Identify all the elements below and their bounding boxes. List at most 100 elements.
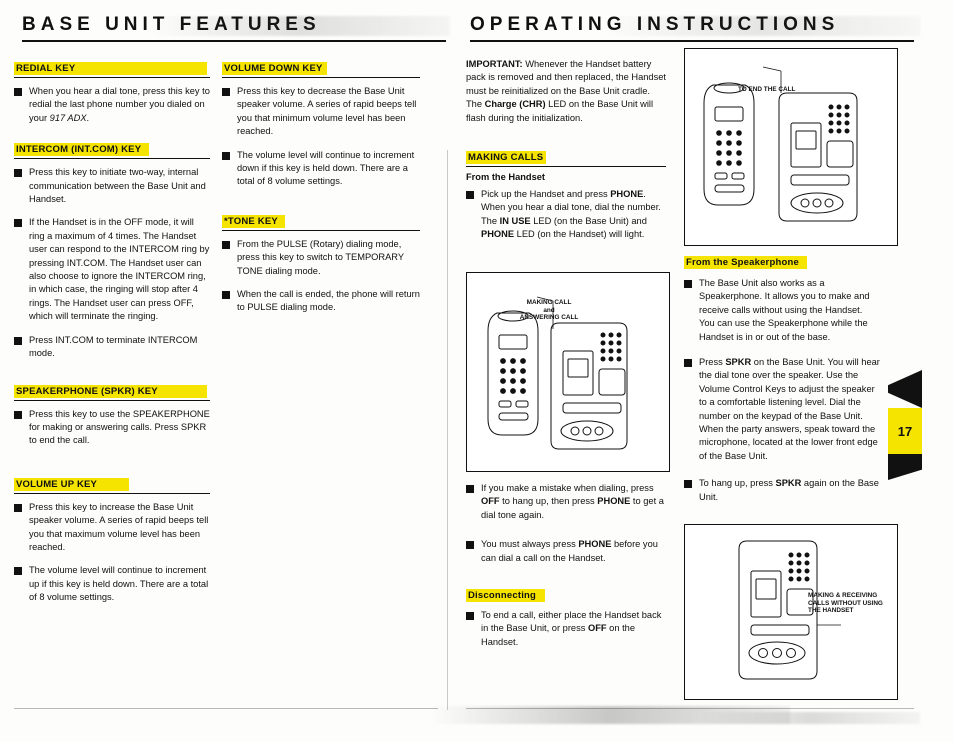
bullet-item: Press this key to decrease the Base Unit…: [222, 85, 420, 139]
speakerphone-section: From the Speakerphone The Base Unit also…: [684, 252, 880, 504]
bullet-text: If the Handset is in the OFF mode, it wi…: [29, 217, 210, 322]
bullet-text: To hang up, press SPKR again on the Base…: [699, 478, 879, 502]
bullet-text: If you make a mistake when dialing, pres…: [481, 483, 664, 520]
section-title-making-calls: MAKING CALLS: [466, 151, 547, 165]
section-title-from-speakerphone: From the Speakerphone: [684, 256, 807, 269]
bullet-text: Pick up the Handset and press PHONE. Whe…: [481, 189, 661, 240]
bullet-text: When you hear a dial tone, press this ke…: [29, 86, 210, 123]
section-title-volume-up: VOLUME UP KEY: [14, 477, 129, 491]
left-column-1: REDIAL KEY When you hear a dial tone, pr…: [14, 58, 210, 615]
bullet-text: Press SPKR on the Base Unit. You will he…: [699, 357, 880, 461]
bullet-item: The Base Unit also works as a Speakerpho…: [684, 277, 880, 344]
bullet-square-icon: [222, 240, 230, 249]
illustration-caption-speakerphone: MAKING & RECEIVING CALLS WITHOUT USING THE…: [808, 592, 883, 615]
section-volume-up-key: VOLUME UP KEY Press this key to increase…: [14, 474, 210, 605]
section-rule-intercom: [14, 158, 210, 160]
scan-smear-bottom-2: [700, 712, 920, 724]
scan-smear-top-left: [150, 16, 450, 36]
section-rule-speakerphone: [14, 399, 210, 401]
bullet-square-icon: [14, 503, 22, 512]
bullet-text: Press this key to increase the Base Unit…: [29, 501, 209, 552]
bullet-item: The volume level will continue to increm…: [14, 564, 210, 604]
section-title-speakerphone: SPEAKERPHONE (SPKR) KEY: [14, 384, 207, 398]
bullet-text: From the PULSE (Rotary) dialing mode, pr…: [237, 238, 404, 276]
illustration-caption-making-call: MAKING CALL and ANSWERING CALL: [519, 299, 579, 322]
bullet-text: The Base Unit also works as a Speakerpho…: [699, 278, 870, 342]
bullet-square-icon: [222, 151, 230, 160]
bullet-item: From the PULSE (Rotary) dialing mode, pr…: [222, 238, 420, 278]
important-label: IMPORTANT:: [466, 59, 523, 69]
section-tone-key: *TONE KEY From the PULSE (Rotary) dialin…: [222, 211, 420, 315]
bullet-item: You must always press PHONE before you c…: [466, 538, 666, 565]
section-title-volume-down: VOLUME DOWN KEY: [222, 62, 327, 75]
making-calls-section: MAKING CALLS From the Handset Pick up th…: [466, 147, 666, 242]
bullet-item: Press INT.COM to terminate INTERCOM mode…: [14, 334, 210, 361]
bullet-text: Press INT.COM to terminate INTERCOM mode…: [29, 334, 198, 359]
left-header-rule: [22, 40, 446, 42]
bullet-item: Press this key to initiate two-way, inte…: [14, 166, 210, 206]
bullet-square-icon: [14, 88, 22, 96]
bullet-item: When you hear a dial tone, press this ke…: [14, 85, 210, 125]
section-rule-making-calls: [466, 166, 666, 168]
disconnecting-section: Disconnecting To end a call, either plac…: [466, 585, 666, 649]
page-edge-black-band: [888, 370, 922, 408]
bullet-text: To end a call, either place the Handset …: [481, 610, 662, 647]
section-volume-down-key: VOLUME DOWN KEY Press this key to decrea…: [222, 58, 420, 189]
illustration-end-the-call: [684, 48, 898, 246]
section-rule-redial: [14, 77, 210, 78]
bullet-text: When the call is ended, the phone will r…: [237, 289, 420, 313]
bullet-square-icon: [466, 541, 474, 550]
bullet-square-icon: [14, 567, 22, 576]
right-column-1: IMPORTANT: Whenever the Handset battery …: [466, 58, 666, 252]
page-edge-black-band-lower: [888, 454, 922, 480]
right-column-2: From the Speakerphone The Base Unit also…: [684, 252, 880, 514]
bullet-square-icon: [684, 280, 692, 288]
section-redial-key: REDIAL KEY When you hear a dial tone, pr…: [14, 58, 210, 125]
bullet-text: The volume level will continue to increm…: [237, 149, 415, 187]
bullet-text: The volume level will continue to increm…: [29, 565, 209, 603]
bullet-square-icon: [466, 485, 474, 493]
bullet-square-icon: [466, 191, 474, 200]
bullet-square-icon: [222, 88, 230, 96]
section-intercom-key: INTERCOM (INT.COM) KEY Press this key to…: [14, 139, 210, 360]
bullet-square-icon: [14, 336, 22, 345]
bullet-square-icon: [14, 219, 22, 228]
left-column-2: VOLUME DOWN KEY Press this key to decrea…: [222, 58, 420, 325]
bullet-square-icon: [222, 291, 230, 300]
bullet-square-icon: [684, 480, 692, 489]
bullet-item: If you make a mistake when dialing, pres…: [466, 482, 666, 522]
bullet-item: Press this key to use the SPEAKERPHONE f…: [14, 408, 210, 448]
bullet-square-icon: [684, 359, 692, 368]
bullet-text: Press this key to initiate two-way, inte…: [29, 167, 206, 205]
manual-page: BASE UNIT FEATURES OPERATING INSTRUCTION…: [0, 0, 954, 741]
illustration-caption-end-call: TO END THE CALL: [738, 86, 796, 93]
bullet-item: To hang up, press SPKR again on the Base…: [684, 477, 880, 504]
bullet-item: If the Handset is in the OFF mode, it wi…: [14, 216, 210, 323]
section-title-redial: REDIAL KEY: [14, 62, 207, 75]
bullet-item: Press SPKR on the Base Unit. You will he…: [684, 356, 880, 463]
bullet-item: Pick up the Handset and press PHONE. Whe…: [466, 188, 666, 242]
bullet-text: Press this key to use the SPEAKERPHONE f…: [29, 408, 210, 446]
end-call-diagram: [703, 66, 858, 222]
bullet-text: Press this key to decrease the Base Unit…: [237, 86, 417, 137]
scan-smear-top-right: [600, 16, 920, 36]
bullet-square-icon: [466, 612, 474, 621]
section-title-disconnecting: Disconnecting: [466, 589, 545, 603]
section-speakerphone-key: SPEAKERPHONE (SPKR) KEY Press this key t…: [14, 381, 210, 448]
page-bottom-rule: [14, 708, 438, 709]
bullet-square-icon: [14, 410, 22, 419]
bullet-square-icon: [14, 169, 22, 178]
bullet-item: When the call is ended, the phone will r…: [222, 288, 420, 315]
section-rule-tone: [222, 229, 420, 231]
right-header-rule: [470, 40, 914, 42]
sub-title-from-handset: From the Handset: [466, 172, 546, 183]
page-number: 17: [897, 423, 913, 439]
section-title-intercom: INTERCOM (INT.COM) KEY: [14, 143, 149, 157]
important-note: IMPORTANT: Whenever the Handset battery …: [466, 58, 666, 125]
section-rule-volume-down: [222, 77, 420, 78]
bullet-text: You must always press PHONE before you c…: [481, 539, 658, 563]
right-column-1-continued: If you make a mistake when dialing, pres…: [466, 482, 666, 659]
section-title-tone: *TONE KEY: [222, 214, 285, 228]
section-rule-volume-up: [14, 492, 210, 494]
page-gutter-divider: [447, 150, 448, 710]
